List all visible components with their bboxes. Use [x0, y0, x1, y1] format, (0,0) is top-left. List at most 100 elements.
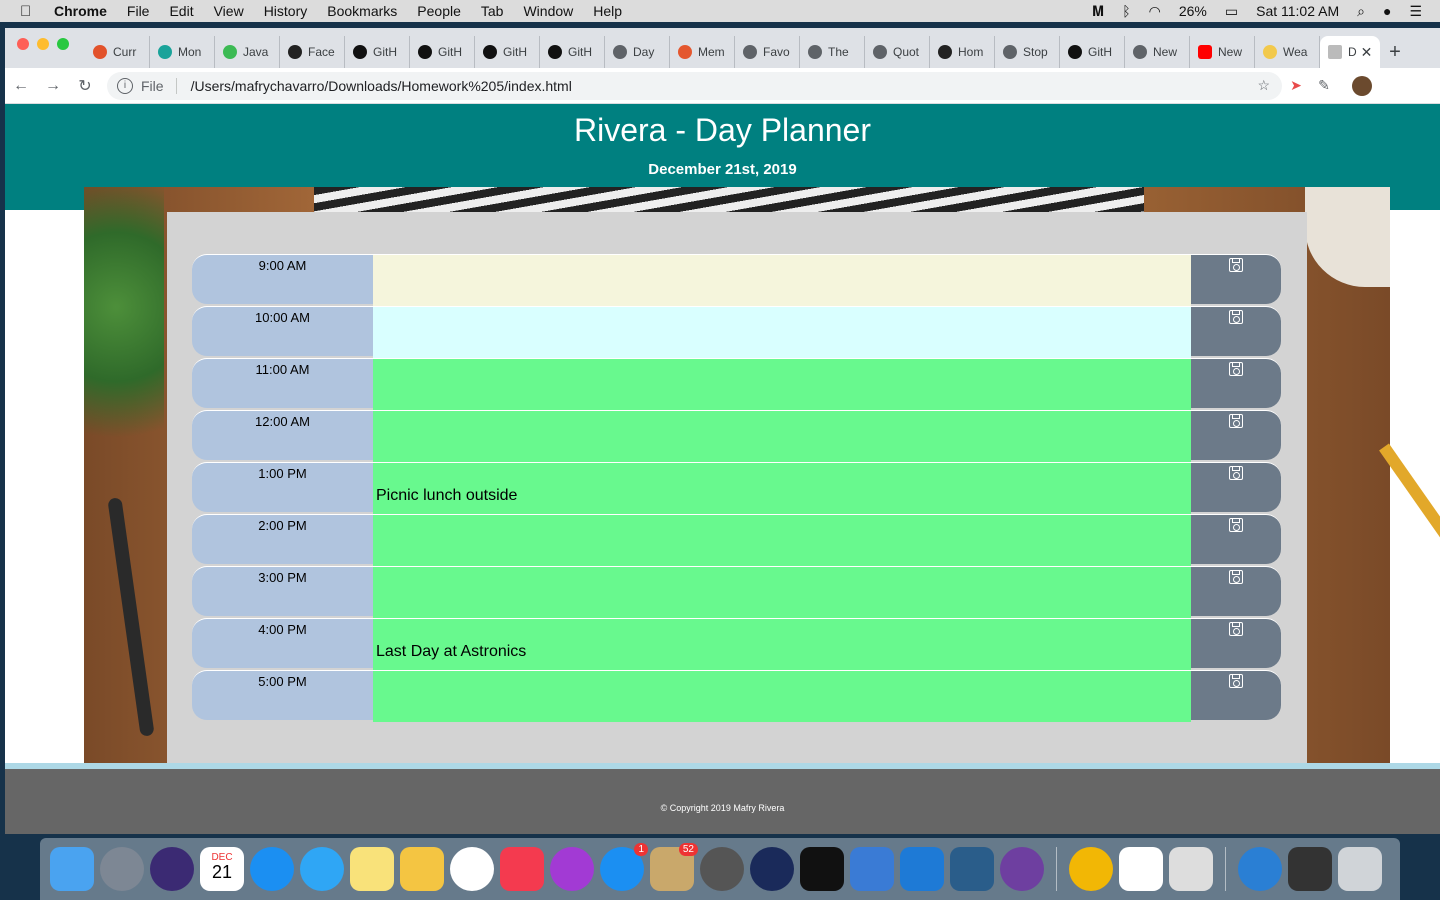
news-icon[interactable]	[500, 847, 544, 891]
clock[interactable]: Sat 11:02 AM	[1256, 3, 1339, 19]
app-store-icon[interactable]: 1	[600, 843, 648, 891]
browser-tab[interactable]: Curr	[85, 36, 150, 68]
reload-icon[interactable]: ↻	[69, 76, 101, 96]
forward-icon[interactable]: →	[37, 77, 69, 95]
menu-app[interactable]: Chrome	[54, 3, 107, 19]
xcode-icon[interactable]	[850, 847, 894, 891]
address-bar[interactable]: i File /Users/mafrychavarro/Downloads/Ho…	[107, 71, 1282, 100]
menu-view[interactable]: View	[214, 3, 244, 19]
safari-icon[interactable]	[250, 847, 294, 891]
save-button[interactable]	[1191, 358, 1281, 408]
menu-bookmarks[interactable]: Bookmarks	[327, 3, 397, 19]
browser-tab[interactable]: GitH	[345, 36, 410, 68]
vscode-icon[interactable]	[900, 847, 944, 891]
menu-help[interactable]: Help	[593, 3, 622, 19]
bluetooth-icon[interactable]: ᛒ	[1122, 3, 1130, 19]
wifi-icon[interactable]: ◠	[1149, 3, 1161, 20]
save-button[interactable]	[1191, 514, 1281, 564]
event-description-field[interactable]: Last Day at Astronics	[373, 618, 1191, 670]
event-description-field[interactable]: Picnic lunch outside	[373, 462, 1191, 514]
terminal-icon[interactable]	[800, 847, 844, 891]
event-description-field[interactable]	[373, 514, 1191, 566]
event-description-field[interactable]	[373, 254, 1191, 306]
mysql-workbench-icon[interactable]	[950, 847, 994, 891]
recent-window-icon[interactable]	[1288, 847, 1332, 891]
numbers-icon[interactable]	[1169, 847, 1213, 891]
finder-icon[interactable]	[50, 847, 94, 891]
event-description-field[interactable]	[373, 358, 1191, 410]
browser-tab[interactable]: New	[1190, 36, 1255, 68]
slack-icon[interactable]	[1119, 847, 1163, 891]
menu-history[interactable]: History	[264, 3, 308, 19]
browser-tab[interactable]: Stop	[995, 36, 1060, 68]
system-preferences-icon[interactable]	[700, 847, 744, 891]
chrome-icon[interactable]	[1069, 847, 1113, 891]
browser-tab[interactable]: GitH	[540, 36, 605, 68]
mail-icon[interactable]: 52	[650, 843, 698, 891]
launchpad-icon[interactable]	[100, 847, 144, 891]
browser-tab[interactable]: New	[1125, 36, 1190, 68]
quicktime-icon[interactable]	[750, 847, 794, 891]
siri-icon[interactable]	[150, 847, 194, 891]
close-window-button[interactable]	[17, 38, 29, 50]
extension-icon[interactable]: ➤	[1282, 77, 1310, 94]
notes-icon[interactable]	[350, 847, 394, 891]
browser-tab[interactable]: The	[800, 36, 865, 68]
eyedropper-extension-icon[interactable]: ✎	[1310, 77, 1338, 94]
browser-tab[interactable]: GitH	[410, 36, 475, 68]
menu-people[interactable]: People	[417, 3, 461, 19]
save-button[interactable]	[1191, 306, 1281, 356]
zoom-window-button[interactable]	[57, 38, 69, 50]
browser-tab[interactable]: GitH	[475, 36, 540, 68]
battery-percent[interactable]: 26%	[1179, 3, 1207, 19]
w3schools-icon	[223, 45, 237, 59]
browser-tab[interactable]: Favo	[735, 36, 800, 68]
new-tab-button[interactable]: +	[1380, 36, 1410, 68]
browser-tab[interactable]: Quot	[865, 36, 930, 68]
menu-window[interactable]: Window	[523, 3, 573, 19]
apple-icon[interactable]: 	[20, 3, 36, 20]
battery-icon[interactable]: ▭	[1225, 3, 1238, 20]
browser-tab[interactable]: Mem	[670, 36, 735, 68]
save-button[interactable]	[1191, 566, 1281, 616]
save-button[interactable]	[1191, 410, 1281, 460]
bookmark-star-icon[interactable]: ☆	[1257, 77, 1270, 94]
browser-tab[interactable]: Mon	[150, 36, 215, 68]
pages-icon[interactable]	[400, 847, 444, 891]
browser-tab[interactable]: Java	[215, 36, 280, 68]
browser-tab[interactable]: GitH	[1060, 36, 1125, 68]
photos-icon[interactable]	[450, 847, 494, 891]
save-button[interactable]	[1191, 670, 1281, 720]
github-desktop-icon[interactable]	[1000, 847, 1044, 891]
messages-icon[interactable]	[300, 847, 344, 891]
close-tab-icon[interactable]: ✕	[1361, 44, 1373, 61]
event-description-field[interactable]	[373, 566, 1191, 618]
address-url[interactable]: /Users/mafrychavarro/Downloads/Homework%…	[191, 78, 572, 94]
trash-icon[interactable]	[1338, 847, 1382, 891]
menu-tab[interactable]: Tab	[481, 3, 504, 19]
save-button[interactable]	[1191, 462, 1281, 512]
menu-file[interactable]: File	[127, 3, 150, 19]
event-description-field[interactable]	[373, 410, 1191, 462]
browser-tab[interactable]: Hom	[930, 36, 995, 68]
profile-avatar[interactable]	[1352, 75, 1372, 96]
podcasts-icon[interactable]	[550, 847, 594, 891]
event-description-field[interactable]	[373, 670, 1191, 722]
calendar-icon[interactable]: DEC 21	[200, 847, 244, 891]
minimize-window-button[interactable]	[37, 38, 49, 50]
menu-edit[interactable]: Edit	[169, 3, 193, 19]
save-button[interactable]	[1191, 618, 1281, 668]
site-info-icon[interactable]: i	[117, 77, 133, 94]
notification-center-icon[interactable]: ☰	[1409, 3, 1422, 20]
browser-tab[interactable]: Day	[605, 36, 670, 68]
back-icon[interactable]: ←	[5, 77, 37, 95]
browser-tab[interactable]: Face	[280, 36, 345, 68]
browser-tab-active[interactable]: D ✕	[1320, 36, 1380, 68]
downloads-folder-icon[interactable]	[1238, 847, 1282, 891]
spotlight-search-icon[interactable]: ⌕	[1357, 3, 1365, 20]
save-button[interactable]	[1191, 254, 1281, 304]
malwarebytes-icon[interactable]: 𝐌	[1092, 3, 1104, 20]
browser-tab[interactable]: Wea	[1255, 36, 1320, 68]
siri-icon[interactable]: ●	[1383, 3, 1391, 19]
event-description-field[interactable]	[373, 306, 1191, 358]
